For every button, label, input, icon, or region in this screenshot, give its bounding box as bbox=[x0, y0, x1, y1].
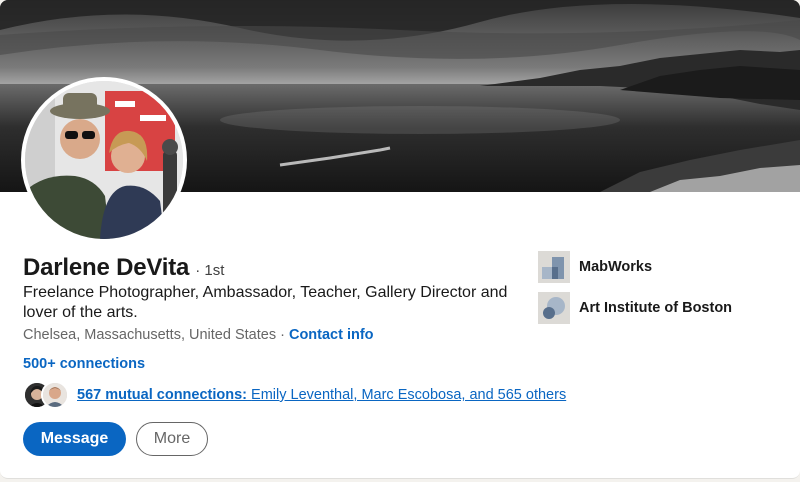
connection-degree: · 1st bbox=[195, 262, 225, 279]
mutual-count: 567 mutual connections: bbox=[77, 387, 248, 403]
more-button[interactable]: More bbox=[136, 422, 208, 456]
school-logo-icon bbox=[538, 292, 570, 324]
org-item-art-institute[interactable]: Art Institute of Boston bbox=[538, 291, 732, 325]
mutual-connections-link[interactable]: 567 mutual connections: Emily Leventhal,… bbox=[77, 387, 566, 403]
location-row: Chelsea, Massachusetts, United States · … bbox=[23, 327, 374, 343]
mutual-avatars bbox=[23, 381, 69, 409]
mutual-connections-row[interactable]: 567 mutual connections: Emily Leventhal,… bbox=[23, 381, 566, 409]
profile-card: Darlene DeVita · 1st Freelance Photograp… bbox=[0, 0, 800, 479]
connections-link[interactable]: 500+ connections bbox=[23, 356, 145, 372]
profile-name: Darlene DeVita bbox=[23, 254, 190, 281]
mutual-avatar bbox=[41, 381, 69, 409]
company-logo-icon bbox=[538, 251, 570, 283]
mutual-names: Emily Leventhal, Marc Escobosa, and 565 … bbox=[251, 387, 567, 403]
name-row: Darlene DeVita · 1st bbox=[23, 254, 224, 282]
org-item-mabworks[interactable]: MabWorks bbox=[538, 250, 732, 284]
org-name: Art Institute of Boston bbox=[579, 300, 733, 316]
profile-photo[interactable] bbox=[21, 77, 187, 243]
org-name: MabWorks bbox=[579, 259, 653, 275]
profile-headline: Freelance Photographer, Ambassador, Teac… bbox=[23, 284, 508, 321]
location-text: Chelsea, Massachusetts, United States bbox=[23, 327, 277, 343]
profile-actions: Message More bbox=[23, 422, 208, 456]
organizations-list: MabWorks Art Institute of Boston bbox=[538, 250, 732, 332]
location-separator: · bbox=[276, 327, 289, 343]
contact-info-link[interactable]: Contact info bbox=[289, 327, 374, 343]
message-button[interactable]: Message bbox=[23, 422, 126, 456]
